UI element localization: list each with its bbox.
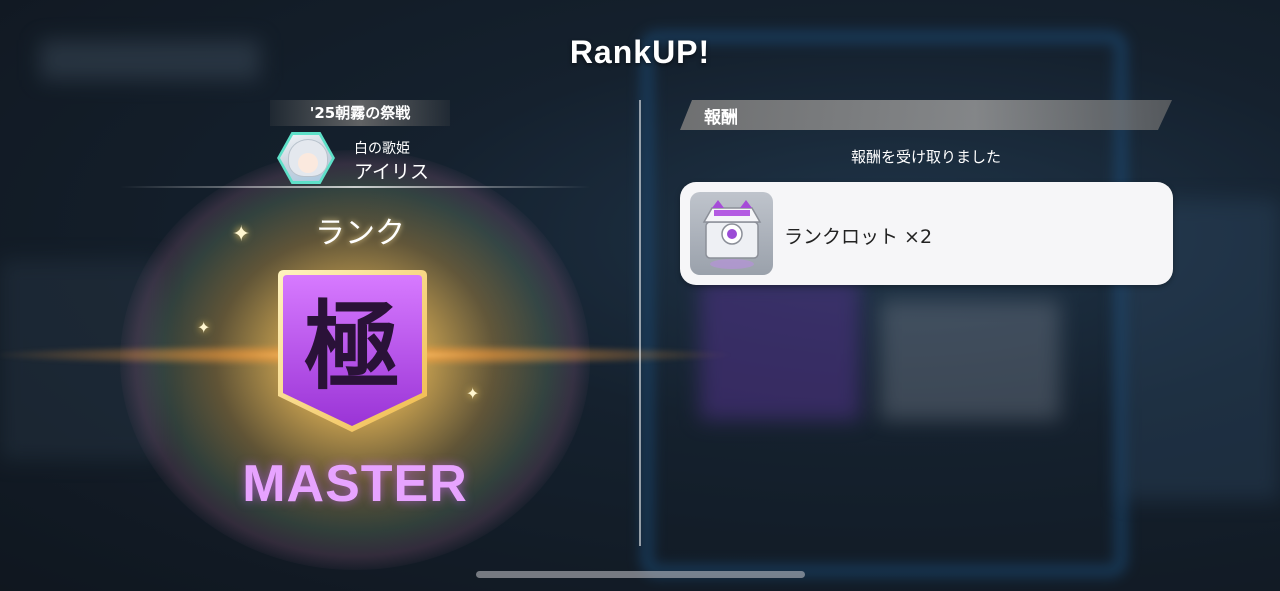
- sparkle-icon: ✦: [466, 384, 480, 403]
- reward-item-label: ランクロット ×2: [784, 226, 933, 248]
- character-name: アイリス: [354, 161, 430, 183]
- rank-label: ランク: [315, 216, 405, 251]
- rank-kanji: 極: [304, 290, 400, 403]
- panel-divider: [639, 100, 641, 546]
- rank-badge: 極: [278, 270, 427, 432]
- sparkle-icon: ✦: [197, 318, 211, 337]
- divider: [120, 186, 590, 188]
- home-indicator[interactable]: [476, 571, 805, 578]
- rank-name: MASTER: [242, 455, 468, 513]
- reward-item-card[interactable]: ランクロット ×2: [680, 182, 1173, 285]
- event-name-tag: '25朝霧の祭戦: [270, 100, 450, 126]
- reward-header-bar: [680, 100, 1172, 130]
- rank-lot-chest-icon: [690, 192, 773, 275]
- sparkle-icon: ✦: [232, 222, 251, 247]
- reward-message: 報酬を受け取りました: [850, 148, 1001, 166]
- character-subtitle: 白の歌姫: [354, 141, 410, 157]
- reward-header-title: 報酬: [704, 108, 738, 128]
- rank-up-title: RankUP!: [569, 34, 711, 70]
